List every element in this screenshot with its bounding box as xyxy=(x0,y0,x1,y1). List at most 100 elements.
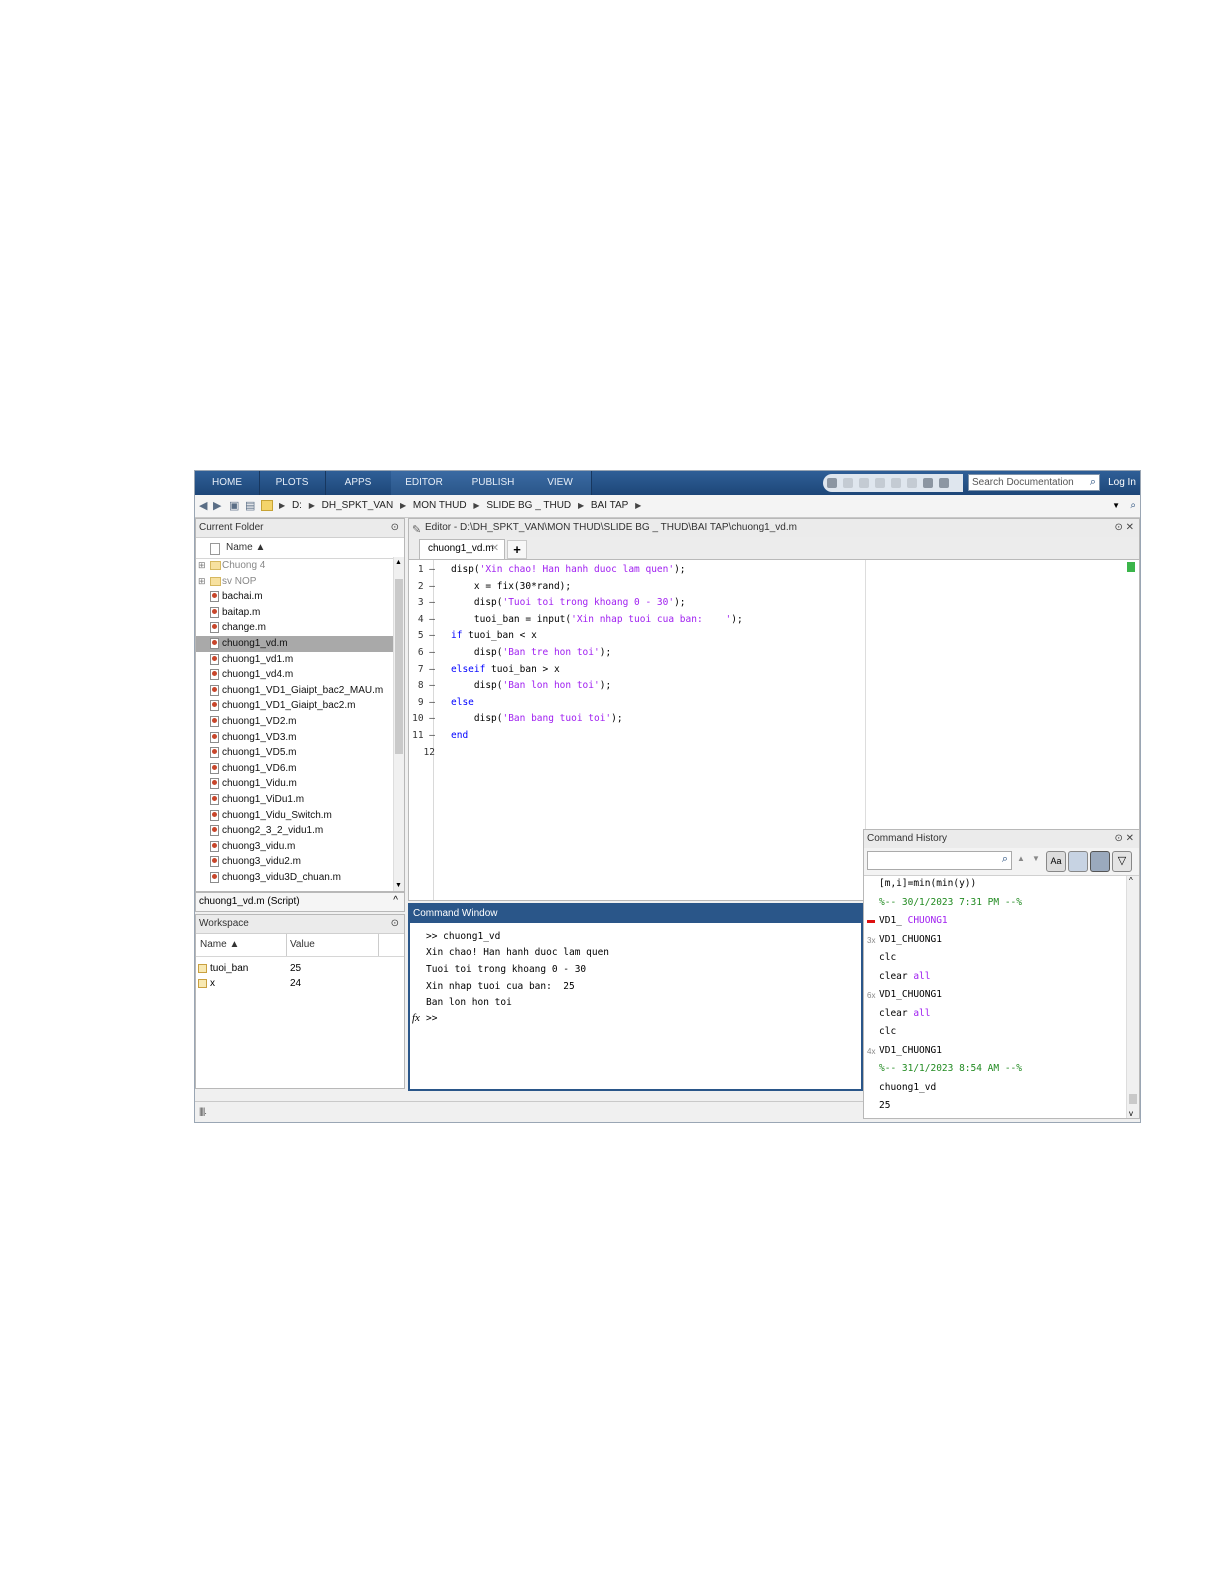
editor-tab-chuong1-vd[interactable]: chuong1_vd.m ✕ xyxy=(419,539,505,559)
file-item[interactable]: chuong3_vidu3D_chuan.m xyxy=(196,870,393,886)
line-number[interactable]: 7 – xyxy=(409,664,435,675)
code-line[interactable]: disp('Ban tre hon toi'); xyxy=(451,647,611,658)
line-number[interactable]: 11 – xyxy=(409,730,435,741)
file-item[interactable]: chuong1_ViDu1.m xyxy=(196,792,393,808)
details-bar[interactable]: chuong1_vd.m (Script) ^ xyxy=(195,892,405,912)
tab-home[interactable]: HOME xyxy=(195,471,260,495)
history-entry[interactable]: %-- 31/1/2023 8:54 AM --% xyxy=(879,1063,1022,1074)
scroll-down-icon[interactable]: ▼ xyxy=(395,882,402,889)
forward-icon[interactable]: ▶ xyxy=(213,495,221,517)
save-icon[interactable] xyxy=(827,478,837,488)
file-item[interactable]: chuong3_vidu2.m xyxy=(196,854,393,870)
file-item[interactable]: change.m xyxy=(196,620,393,636)
folder-item[interactable]: ⊞ sv NOP xyxy=(196,574,393,590)
code-line[interactable]: if tuoi_ban < x xyxy=(451,630,537,641)
code-line[interactable]: elseif tuoi_ban > x xyxy=(451,664,560,675)
cut-icon[interactable] xyxy=(843,478,853,488)
help-icon[interactable] xyxy=(939,478,949,488)
code-line[interactable]: disp('Tuoi toi trong khoang 0 - 30'); xyxy=(451,597,686,608)
tab-editor[interactable]: EDITOR xyxy=(391,471,458,495)
ws-name-header[interactable]: Name ▲ xyxy=(200,934,239,956)
tab-publish[interactable]: PUBLISH xyxy=(457,471,530,495)
line-number[interactable]: 12 xyxy=(409,747,435,758)
workspace-row[interactable]: tuoi_ban 25 xyxy=(196,961,404,976)
file-item[interactable]: chuong1_VD2.m xyxy=(196,714,393,730)
folder-item[interactable]: ⊞ Chuong 4 xyxy=(196,558,393,574)
crumb-slide-bg-thud[interactable]: SLIDE BG _ THUD xyxy=(486,500,571,511)
history-entry[interactable]: chuong1_vd xyxy=(879,1082,936,1093)
switch-windows-icon[interactable] xyxy=(923,478,933,488)
line-number[interactable]: 10 – xyxy=(409,713,435,724)
file-item[interactable]: chuong1_VD1_Giaipt_bac2_MAU.m xyxy=(196,683,393,699)
indent-icon[interactable] xyxy=(1068,851,1088,872)
panel-actions-icon[interactable]: ⊙ xyxy=(391,915,399,933)
expand-icon[interactable]: ⊞ xyxy=(198,558,206,574)
list-view-icon[interactable] xyxy=(1090,851,1110,872)
scroll-up-icon[interactable]: ^ xyxy=(1129,876,1133,885)
line-number[interactable]: 8 – xyxy=(409,680,435,691)
file-item[interactable]: chuong3_vidu.m xyxy=(196,839,393,855)
scroll-thumb[interactable] xyxy=(395,579,403,754)
command-window-output[interactable]: >> chuong1_vd Xin chao! Han hanh duoc la… xyxy=(410,923,861,1089)
panel-actions-icon[interactable]: ⊙ ✕ xyxy=(1114,519,1134,537)
scroll-up-icon[interactable]: ▲ xyxy=(395,559,402,566)
previous-match-icon[interactable]: ▲ xyxy=(1017,854,1025,863)
file-list-scrollbar[interactable]: ▲ ▼ xyxy=(393,557,404,891)
history-entry[interactable]: clc xyxy=(879,952,896,963)
history-entry[interactable]: clear all xyxy=(879,971,931,982)
code-line[interactable]: disp('Xin chao! Han hanh duoc lam quen')… xyxy=(451,564,686,575)
tab-plots[interactable]: PLOTS xyxy=(259,471,326,495)
line-number[interactable]: 4 – xyxy=(409,614,435,625)
filter-icon[interactable]: ▽ xyxy=(1112,851,1132,872)
browse-folder-icon[interactable]: ▤ xyxy=(245,495,255,517)
file-item[interactable]: chuong2_3_2_vidu1.m xyxy=(196,823,393,839)
file-item[interactable]: chuong1_VD5.m xyxy=(196,745,393,761)
crumb-dh-spkt-van[interactable]: DH_SPKT_VAN xyxy=(322,500,394,511)
folder-search-icon[interactable]: ⌕ xyxy=(1130,495,1136,517)
back-icon[interactable]: ◀ xyxy=(199,495,207,517)
line-number[interactable]: 6 – xyxy=(409,647,435,658)
line-number[interactable]: 3 – xyxy=(409,597,435,608)
file-item[interactable]: chuong1_VD6.m xyxy=(196,761,393,777)
code-line[interactable]: else xyxy=(451,697,474,708)
up-folder-icon[interactable]: ▣ xyxy=(229,495,239,517)
history-entry[interactable]: VD1_CHUONG1 xyxy=(879,1045,942,1056)
line-number[interactable]: 1 – xyxy=(409,564,435,575)
code-line[interactable]: end xyxy=(451,730,468,741)
code-line[interactable]: x = fix(30*rand); xyxy=(451,581,571,592)
history-entry[interactable]: VD1_ CHUONG1 xyxy=(879,915,948,926)
panel-actions-icon[interactable]: ⊙ xyxy=(391,519,399,537)
redo-icon[interactable] xyxy=(907,478,917,488)
panel-actions-icon[interactable]: ⊙ ✕ xyxy=(1114,830,1134,848)
file-item[interactable]: chuong1_vd.m xyxy=(196,635,393,652)
chevron-up-icon[interactable]: ^ xyxy=(393,895,398,906)
history-entry[interactable]: clear all xyxy=(879,1008,931,1019)
history-entry[interactable]: VD1_CHUONG1 xyxy=(879,934,942,945)
close-icon[interactable]: ✕ xyxy=(491,540,499,558)
function-browser-icon[interactable]: fx xyxy=(412,1012,420,1024)
workspace-row[interactable]: x 24 xyxy=(196,976,404,991)
search-documentation-input[interactable]: Search Documentation ⌕ xyxy=(968,474,1100,491)
login-button[interactable]: Log In xyxy=(1103,471,1140,495)
history-entry[interactable]: clc xyxy=(879,1026,896,1037)
file-item[interactable]: chuong1_vd4.m xyxy=(196,667,393,683)
line-number[interactable]: 9 – xyxy=(409,697,435,708)
file-item[interactable]: bachai.m xyxy=(196,589,393,605)
line-number[interactable]: 5 – xyxy=(409,630,435,641)
paste-icon[interactable] xyxy=(875,478,885,488)
history-scrollbar[interactable]: ^ v xyxy=(1126,876,1139,1118)
file-item[interactable]: chuong1_Vidu_Switch.m xyxy=(196,808,393,824)
history-entry[interactable]: [m,i]=min(min(y)) xyxy=(879,878,976,889)
code-analyzer-indicator[interactable] xyxy=(1127,562,1135,572)
code-line[interactable]: disp('Ban lon hon toi'); xyxy=(451,680,611,691)
name-column-header[interactable]: Name ▲ xyxy=(196,538,404,559)
command-prompt[interactable]: >> xyxy=(426,1013,437,1024)
file-item[interactable]: baitap.m xyxy=(196,605,393,621)
history-entry[interactable]: VD1_CHUONG1 xyxy=(879,989,942,1000)
add-tab-button[interactable]: + xyxy=(507,540,527,559)
copy-icon[interactable] xyxy=(859,478,869,488)
tab-view[interactable]: VIEW xyxy=(529,471,592,495)
crumb-mon-thud[interactable]: MON THUD xyxy=(413,500,467,511)
history-entry[interactable]: 25 xyxy=(879,1100,890,1111)
file-item[interactable]: chuong1_VD1_Giaipt_bac2.m xyxy=(196,698,393,714)
